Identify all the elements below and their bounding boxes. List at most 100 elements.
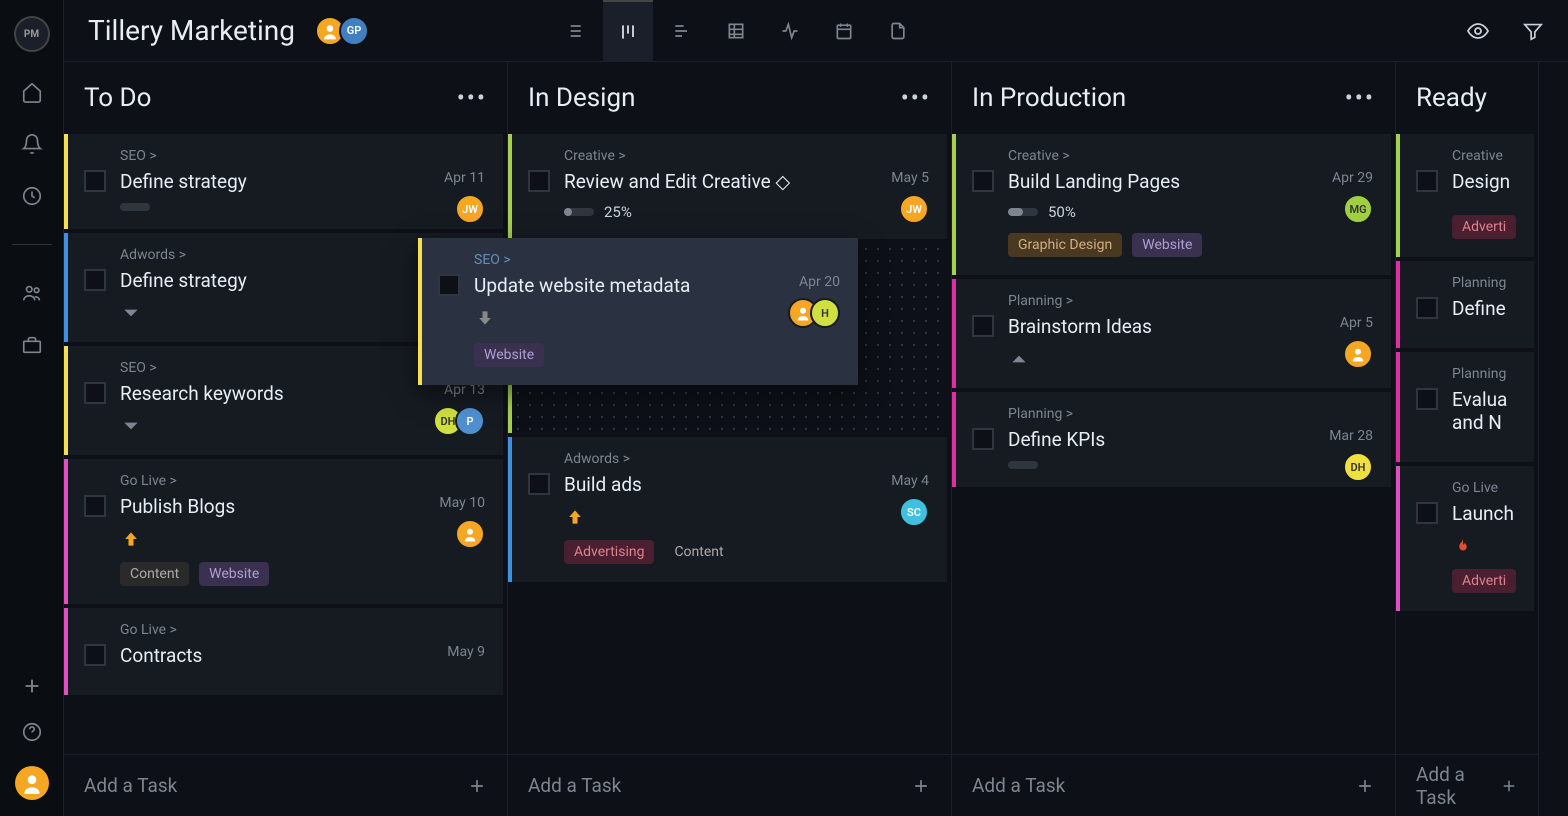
card-title: Brainstorm Ideas — [1008, 315, 1373, 338]
task-checkbox[interactable] — [1416, 388, 1438, 410]
column-header: Ready — [1396, 62, 1538, 134]
card-breadcrumb: Planning > — [1008, 406, 1373, 422]
briefcase-icon[interactable] — [20, 333, 44, 357]
progress-bar — [1008, 208, 1038, 216]
tag[interactable]: Content — [120, 562, 189, 586]
task-checkbox[interactable] — [438, 274, 460, 296]
sheet-view-tab[interactable] — [711, 0, 761, 62]
assignee-avatar[interactable]: JW — [899, 194, 929, 224]
task-card[interactable]: Planning Evalua and N — [1396, 352, 1534, 462]
task-checkbox[interactable] — [84, 382, 106, 404]
card-breadcrumb: SEO > — [474, 252, 840, 268]
task-checkbox[interactable] — [84, 170, 106, 192]
task-checkbox[interactable] — [84, 269, 106, 291]
tag[interactable]: Adverti — [1452, 569, 1516, 593]
card-breadcrumb: Creative > — [1008, 148, 1373, 164]
task-card[interactable]: Planning > Define KPIs Mar 28 DH — [952, 392, 1391, 487]
task-card[interactable]: Creative > Review and Edit Creative ◇ 25… — [508, 134, 947, 239]
board-column: In Production ••• Creative > Build Landin… — [952, 62, 1396, 816]
card-title: Design — [1452, 170, 1516, 193]
column-title: Ready — [1416, 83, 1487, 113]
task-checkbox[interactable] — [972, 428, 994, 450]
tag[interactable]: Graphic Design — [1008, 233, 1122, 257]
task-checkbox[interactable] — [1416, 170, 1438, 192]
column-menu-icon[interactable]: ••• — [901, 84, 931, 112]
task-checkbox[interactable] — [1416, 502, 1438, 524]
dragging-card[interactable]: SEO > Update website metadata Website Ap… — [418, 238, 858, 385]
assignee-avatar[interactable]: P — [455, 406, 485, 436]
assignee-avatar[interactable] — [1343, 339, 1373, 369]
visibility-icon[interactable] — [1466, 19, 1490, 43]
tag[interactable]: Adverti — [1452, 215, 1516, 239]
assignee-avatar[interactable]: DH — [1343, 452, 1373, 482]
card-date: May 9 — [447, 644, 485, 660]
app-logo[interactable]: PM — [14, 16, 50, 52]
task-checkbox[interactable] — [84, 495, 106, 517]
assignee-avatar[interactable]: JW — [455, 194, 485, 224]
task-card[interactable]: Go Live Launch Adverti — [1396, 466, 1534, 611]
activity-view-tab[interactable] — [765, 0, 815, 62]
card-title: Define strategy — [120, 170, 485, 193]
home-icon[interactable] — [20, 80, 44, 104]
help-icon[interactable] — [20, 720, 44, 744]
notifications-icon[interactable] — [20, 132, 44, 156]
card-date: May 4 — [891, 473, 929, 489]
member-avatar[interactable]: GP — [339, 16, 369, 46]
files-view-tab[interactable] — [873, 0, 923, 62]
task-card[interactable]: Planning > Brainstorm Ideas Apr 5 — [952, 279, 1391, 388]
task-card[interactable]: Creative Design Adverti — [1396, 134, 1534, 257]
tag[interactable]: Website — [1132, 233, 1202, 257]
column-menu-icon[interactable]: ••• — [457, 84, 487, 112]
column-title: In Production — [972, 83, 1126, 113]
task-checkbox[interactable] — [84, 644, 106, 666]
assignee-avatar[interactable] — [455, 519, 485, 549]
column-menu-icon[interactable]: ••• — [1345, 84, 1375, 112]
calendar-view-tab[interactable] — [819, 0, 869, 62]
board-view-tab[interactable] — [603, 0, 653, 62]
recent-icon[interactable] — [20, 184, 44, 208]
card-breadcrumb: SEO > — [120, 148, 485, 164]
card-breadcrumb: Go Live > — [120, 473, 485, 489]
column-body: Creative > Build Landing Pages 50% Graph… — [952, 134, 1395, 754]
task-card[interactable]: Planning Define — [1396, 261, 1534, 348]
filter-icon[interactable] — [1522, 20, 1544, 42]
add-icon[interactable] — [20, 674, 44, 698]
progress-text: 25% — [604, 203, 632, 221]
column-title: In Design — [528, 83, 635, 113]
assignee-avatar[interactable]: MG — [1343, 194, 1373, 224]
progress-bar — [120, 203, 150, 211]
tag[interactable]: Content — [664, 540, 733, 564]
task-checkbox[interactable] — [528, 170, 550, 192]
task-card[interactable]: Go Live > Publish Blogs ContentWebsite M… — [64, 459, 503, 604]
tag[interactable]: Advertising — [564, 540, 654, 564]
add-task-button[interactable]: Add a Task — [508, 754, 951, 816]
assignee-avatar[interactable]: SC — [899, 497, 929, 527]
column-header: To Do••• — [64, 62, 507, 134]
card-date: Apr 29 — [1332, 170, 1373, 186]
task-card[interactable]: Adwords > Build ads AdvertisingContent M… — [508, 437, 947, 582]
card-breadcrumb: Planning — [1452, 366, 1516, 382]
card-date: Apr 11 — [444, 170, 485, 186]
task-checkbox[interactable] — [1416, 297, 1438, 319]
card-date: Mar 28 — [1329, 428, 1373, 444]
card-date: May 10 — [439, 495, 485, 511]
assignee-avatar[interactable]: H — [810, 298, 840, 328]
user-avatar[interactable] — [15, 766, 49, 800]
plus-icon — [467, 776, 487, 796]
tag[interactable]: Website — [199, 562, 269, 586]
task-checkbox[interactable] — [528, 473, 550, 495]
list-view-tab[interactable] — [549, 0, 599, 62]
tag-website[interactable]: Website — [474, 343, 544, 367]
add-task-button[interactable]: Add a Task — [64, 754, 507, 816]
add-task-button[interactable]: Add a Task — [952, 754, 1395, 816]
task-card[interactable]: Go Live > Contracts May 9 — [64, 608, 503, 695]
column-body: Creative > Review and Edit Creative ◇ 25… — [508, 134, 951, 754]
task-checkbox[interactable] — [972, 315, 994, 337]
team-icon[interactable] — [20, 281, 44, 305]
add-task-button[interactable]: Add a Task — [1396, 754, 1538, 816]
gantt-view-tab[interactable] — [657, 0, 707, 62]
project-members[interactable]: GP — [315, 16, 369, 46]
task-checkbox[interactable] — [972, 170, 994, 192]
task-card[interactable]: SEO > Define strategy Apr 11 JW — [64, 134, 503, 229]
task-card[interactable]: Creative > Build Landing Pages 50% Graph… — [952, 134, 1391, 275]
